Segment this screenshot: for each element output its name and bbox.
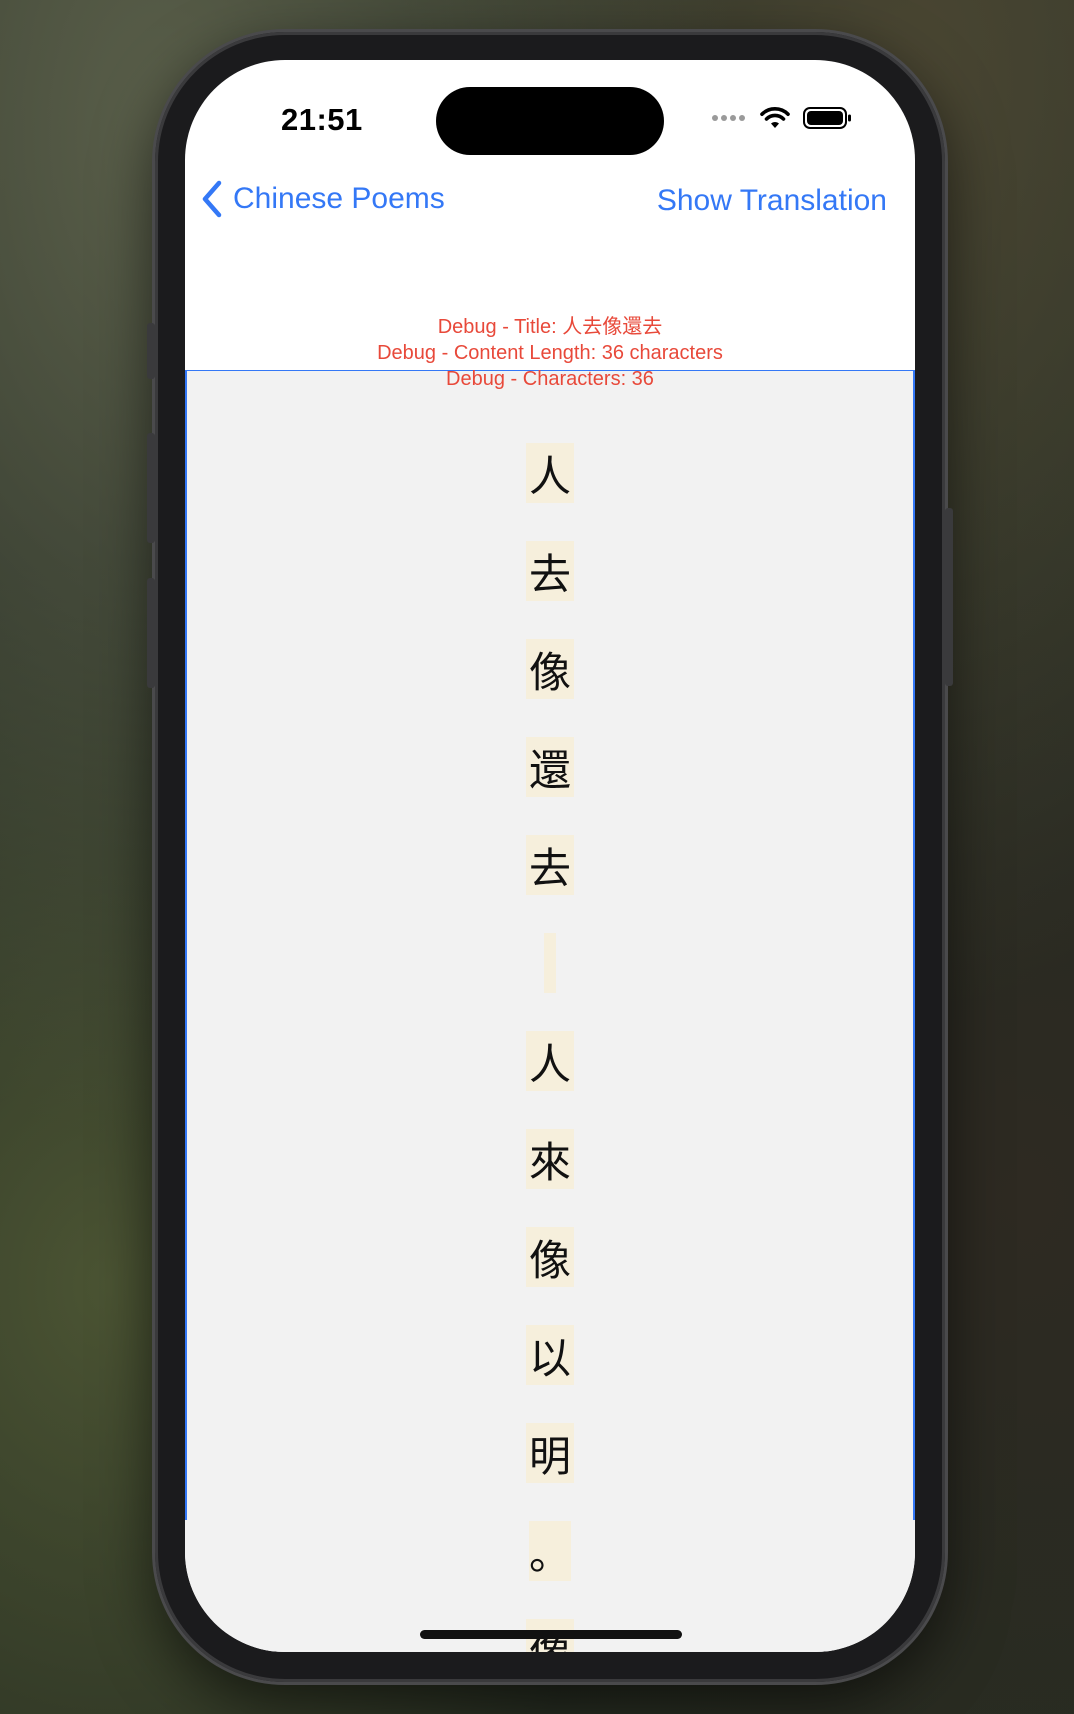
poem-character-cell: 人 <box>526 443 574 541</box>
poem-character: 去 <box>526 541 574 601</box>
back-button-label: Chinese Poems <box>233 182 445 215</box>
status-time: 21:51 <box>281 102 363 137</box>
debug-count-line: Debug - Characters: 36 <box>446 368 654 390</box>
poem-character-cell <box>544 933 556 1031</box>
poem-punctuation: 。 <box>528 1521 571 1581</box>
poem-character: 人 <box>526 1031 574 1091</box>
volume-up-button <box>147 433 155 543</box>
poem-character: 去 <box>526 835 574 895</box>
poem-character-cell: 來 <box>526 1129 574 1227</box>
poem-character-column: 人 去 像 還 去 人 來 像 以 明 。 像 <box>185 443 915 1652</box>
poem-character-cell: 像 <box>526 639 574 737</box>
debug-info: Debug - Title: 人去像還去 Debug - Content Len… <box>185 314 915 392</box>
poem-character: 明 <box>526 1423 574 1483</box>
dynamic-island <box>436 87 664 155</box>
show-translation-button[interactable]: Show Translation <box>657 184 887 218</box>
volume-down-button <box>147 578 155 688</box>
poem-content-area[interactable]: 人 去 像 還 去 人 來 像 以 明 。 像 <box>185 370 915 1652</box>
content-border-left <box>185 370 187 1520</box>
poem-character-cell: 像 <box>526 1227 574 1325</box>
poem-character: 像 <box>526 639 574 699</box>
power-button <box>945 508 953 686</box>
poem-character: 人 <box>526 443 574 503</box>
poem-character-cell: 去 <box>526 835 574 933</box>
poem-character: 來 <box>526 1129 574 1189</box>
back-button[interactable]: Chinese Poems <box>201 180 445 218</box>
poem-character-cell: 去 <box>526 541 574 639</box>
poem-character-cell: 還 <box>526 737 574 835</box>
poem-character-cell: 以 <box>526 1325 574 1423</box>
battery-icon <box>803 107 851 129</box>
debug-title-line: Debug - Title: 人去像還去 <box>437 316 663 338</box>
poem-character-cell: 明 <box>526 1423 574 1521</box>
poem-character: 像 <box>526 1227 574 1287</box>
poem-character-blank <box>544 933 556 993</box>
phone-screen: 21:51 Chinese Poems Show Translation Deb… <box>185 60 915 1652</box>
debug-length-line: Debug - Content Length: 36 characters <box>377 342 723 364</box>
home-indicator[interactable] <box>420 1630 682 1639</box>
content-border-right <box>913 370 915 1520</box>
wifi-icon <box>760 107 790 128</box>
poem-character-cell: 人 <box>526 1031 574 1129</box>
action-button <box>147 323 155 379</box>
chevron-left-icon <box>202 180 222 218</box>
poem-character-cell: 。 <box>528 1521 571 1619</box>
poem-character: 以 <box>526 1325 574 1385</box>
status-icons <box>711 106 853 130</box>
signal-dots-icon <box>712 115 745 121</box>
poem-character: 還 <box>526 737 574 797</box>
